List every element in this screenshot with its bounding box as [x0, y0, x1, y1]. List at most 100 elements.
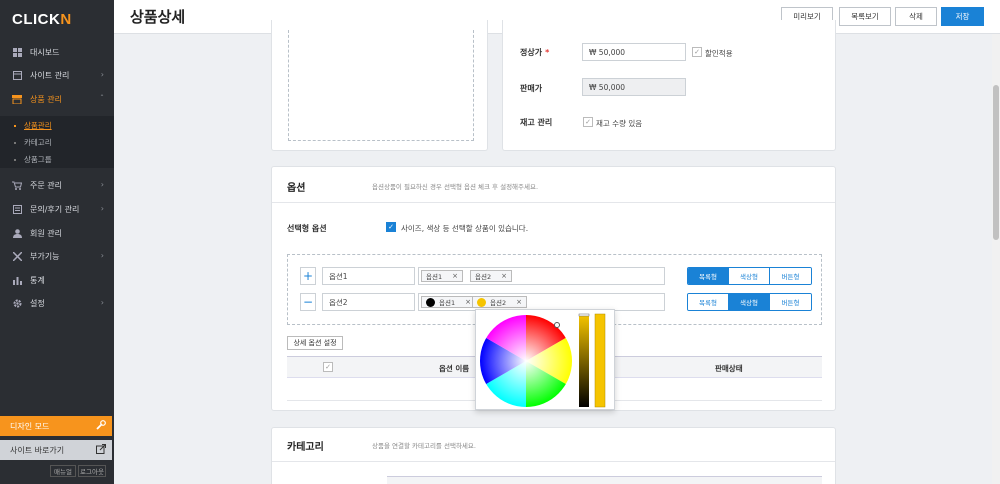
category-card: 카테고리 상품을 연결할 카테고리를 선택하세요.: [271, 427, 836, 484]
wheel-handle[interactable]: [554, 322, 560, 328]
detail-option-button[interactable]: 상세 옵션 설정: [287, 336, 343, 350]
regular-price-input[interactable]: ₩ 50,000: [582, 43, 686, 61]
external-link-icon: [96, 444, 106, 456]
color-swatch[interactable]: [426, 297, 435, 307]
store-icon: [12, 94, 22, 104]
manual-button[interactable]: 매뉴얼: [50, 465, 76, 477]
list-view-button[interactable]: 목록보기: [839, 7, 891, 26]
brightness-handle[interactable]: [578, 313, 590, 317]
logout-button[interactable]: 로그아웃: [78, 465, 106, 477]
remove-option-button[interactable]: −: [300, 293, 316, 311]
sidebar-item-addons[interactable]: 부가기능 ›: [0, 245, 114, 267]
sidebar-item-members[interactable]: 회원 관리: [0, 222, 114, 244]
save-button[interactable]: 저장: [941, 7, 984, 26]
sub-item-category[interactable]: 카테고리: [14, 137, 52, 148]
inquiry-icon: [12, 204, 22, 214]
discount-checkbox[interactable]: ✓: [692, 47, 702, 57]
cart-icon: [12, 180, 22, 190]
option-tag: 옵션2 ×: [470, 270, 512, 282]
sub-item-product-manage[interactable]: 상품관리: [14, 120, 52, 131]
chevron-right-icon: ›: [100, 180, 104, 189]
option-tag: 옵션1 ×: [421, 270, 463, 282]
gear-icon: [12, 298, 22, 308]
minus-icon: −: [302, 295, 314, 309]
option-tag: 옵션1 ×: [421, 296, 476, 308]
option-name-input[interactable]: 옵션1: [322, 267, 415, 285]
option-values-input[interactable]: 옵션1 × 옵션2 ×: [418, 267, 665, 285]
addon-icon: [12, 251, 22, 261]
regular-price-label: 정상가 *: [520, 48, 550, 57]
sidebar: CLICKN 대시보드 사이트 관리 › 상품 관리 ˆ 상품관리 카테고리 상…: [0, 0, 114, 484]
select-option-checkbox[interactable]: ✓: [386, 222, 396, 232]
sidebar-item-settings[interactable]: 설정 ›: [0, 292, 114, 314]
wrench-icon: [96, 420, 106, 432]
logo[interactable]: CLICKN: [12, 11, 72, 28]
category-desc: 상품을 연결할 카테고리를 선택하세요.: [372, 442, 476, 450]
sub-item-product-group[interactable]: 상품그룹: [14, 154, 52, 165]
select-option-check-label: 사이즈, 색상 등 선택할 상품이 있습니다.: [401, 224, 529, 233]
option-type-toggle[interactable]: 목록형 색상형 버튼형: [687, 267, 812, 285]
color-preview: [594, 313, 606, 408]
user-icon: [12, 228, 22, 238]
add-option-button[interactable]: +: [300, 267, 316, 285]
color-swatch[interactable]: [477, 297, 486, 307]
design-mode-button[interactable]: 디자인 모드: [0, 416, 112, 436]
option-type-toggle[interactable]: 목록형 색상형 버튼형: [687, 293, 812, 311]
scrollbar-thumb[interactable]: [993, 85, 999, 240]
stock-check-label: 재고 수량 있음: [596, 119, 643, 128]
chevron-right-icon: ›: [100, 204, 104, 213]
type-button-button[interactable]: 버튼형: [770, 294, 811, 310]
chevron-right-icon: ›: [100, 70, 104, 79]
divider: [272, 202, 835, 203]
close-icon[interactable]: ×: [465, 298, 471, 306]
divider: [272, 461, 835, 462]
go-site-button[interactable]: 사이트 바로가기: [0, 440, 112, 460]
brightness-slider[interactable]: [579, 315, 589, 407]
options-title: 옵션: [287, 183, 306, 194]
stock-label: 재고 관리: [520, 118, 553, 127]
type-color-button[interactable]: 색상형: [729, 268, 770, 284]
select-all-checkbox[interactable]: ✓: [323, 362, 333, 372]
col-sale-status: 판매상태: [715, 364, 743, 373]
sidebar-item-inquiry[interactable]: 문의/후기 관리 ›: [0, 198, 114, 220]
color-picker[interactable]: [475, 309, 615, 410]
price-card: 정상가 * ₩ 50,000 ✓ 할인적용 판매가 ₩ 50,000 재고 관리 …: [502, 20, 836, 151]
options-desc: 옵션상품이 필요하신 경우 선택형 옵션 체크 후 설정해주세요.: [372, 183, 539, 191]
sidebar-item-site[interactable]: 사이트 관리 ›: [0, 64, 114, 86]
close-icon[interactable]: ×: [516, 298, 522, 306]
stats-icon: [12, 275, 22, 285]
stock-checkbox[interactable]: ✓: [583, 117, 593, 127]
image-dropzone[interactable]: [288, 30, 474, 141]
sidebar-item-stats[interactable]: 통계: [0, 269, 114, 291]
option-name-input[interactable]: 옵션2: [322, 293, 415, 311]
hue-wheel[interactable]: [476, 310, 587, 411]
type-list-button[interactable]: 목록형: [688, 268, 729, 284]
sidebar-item-dashboard[interactable]: 대시보드: [0, 41, 114, 63]
option-tag: 옵션2 ×: [472, 296, 527, 308]
page-title: 상품상세: [130, 8, 186, 26]
color-picker-svg: [476, 310, 606, 411]
submenu-products: 상품관리 카테고리 상품그룹: [0, 116, 114, 168]
discount-label: 할인적용: [705, 49, 733, 58]
sidebar-item-orders[interactable]: 주문 관리 ›: [0, 174, 114, 196]
plus-icon: +: [302, 269, 314, 283]
delete-button[interactable]: 삭제: [895, 7, 937, 26]
chevron-up-icon: ˆ: [100, 94, 104, 103]
category-table-header: [387, 476, 822, 484]
close-icon[interactable]: ×: [452, 272, 458, 280]
sale-price-label: 판매가: [520, 84, 543, 93]
col-option-name: 옵션 이름: [439, 364, 470, 373]
chevron-right-icon: ›: [100, 298, 104, 307]
close-icon[interactable]: ×: [501, 272, 507, 280]
type-button-button[interactable]: 버튼형: [770, 268, 811, 284]
type-list-button[interactable]: 목록형: [688, 294, 729, 310]
category-title: 카테고리: [287, 442, 324, 453]
type-color-button[interactable]: 색상형: [729, 294, 770, 310]
image-card: [271, 20, 488, 151]
chevron-right-icon: ›: [100, 251, 104, 260]
dashboard-icon: [12, 47, 22, 57]
select-option-label: 선택형 옵션: [287, 224, 327, 233]
site-icon: [12, 70, 22, 80]
sale-price-input: ₩ 50,000: [582, 78, 686, 96]
sidebar-item-products[interactable]: 상품 관리 ˆ: [0, 88, 114, 110]
